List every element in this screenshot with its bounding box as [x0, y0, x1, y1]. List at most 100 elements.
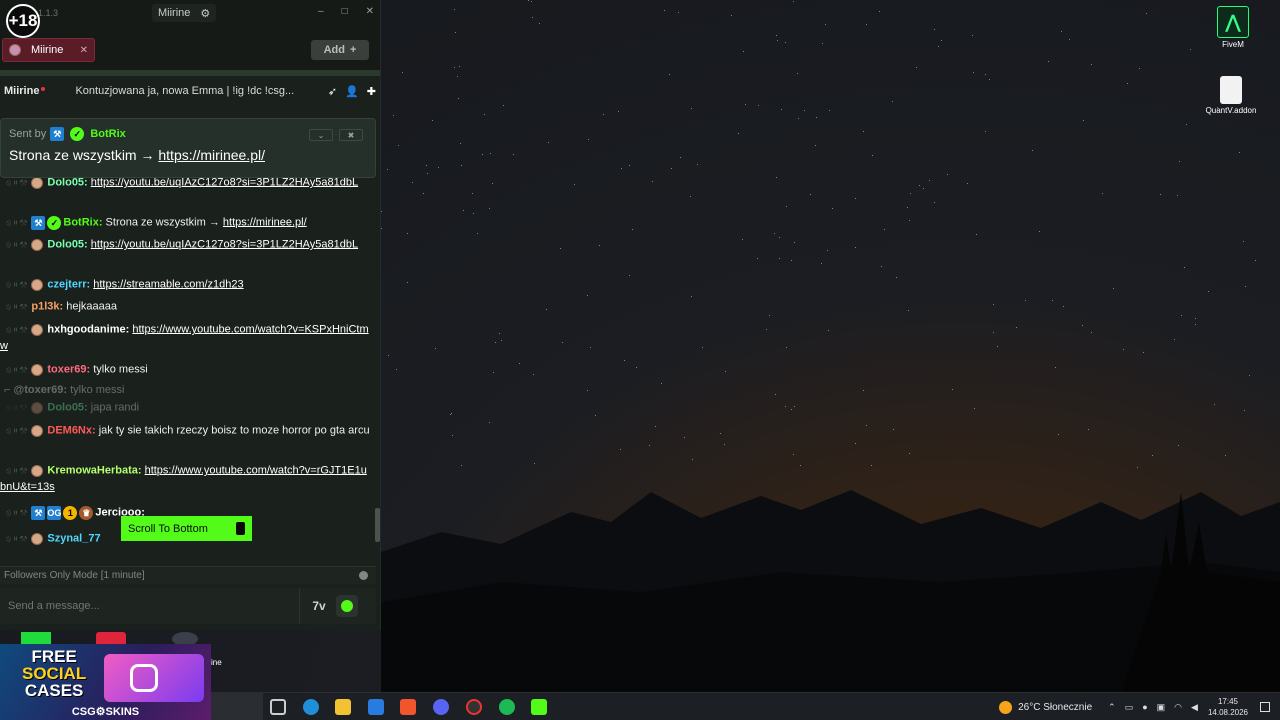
pinned-link[interactable]: https://mirinee.pl/	[158, 147, 265, 163]
weather-widget[interactable]: 26°C Słonecznie	[999, 700, 1092, 714]
message-link[interactable]: https://youtu.be/uqIAzC127o8?si=3P1LZ2HA…	[91, 238, 358, 250]
star	[1063, 306, 1064, 307]
star	[893, 429, 894, 430]
username[interactable]: Szynal_77	[47, 532, 100, 544]
message-text: Strona ze wszystkim →	[105, 216, 223, 229]
message-text: hejkaaaaa	[66, 300, 118, 313]
tab-miirine[interactable]: Miirine ✕	[2, 38, 95, 62]
mod-actions[interactable]: ⦸ ⏸ ⚒	[6, 321, 27, 338]
star	[793, 1, 794, 2]
star	[879, 11, 880, 12]
star	[621, 168, 622, 169]
taskbar-search[interactable]	[211, 693, 263, 720]
chat-message: ⦸ ⏸ ⚒ KremowaHerbata: https://www.youtube…	[0, 462, 370, 496]
kick-icon[interactable]	[531, 699, 547, 715]
star	[396, 369, 397, 370]
mod-actions[interactable]: ⦸ ⏸ ⚒	[6, 422, 27, 439]
mod-actions[interactable]: ⦸ ⏸ ⚒	[6, 236, 27, 253]
mod-actions[interactable]: ⦸ ⏸ ⚒	[6, 178, 27, 191]
mod-actions[interactable]: ⦸ ⏸ ⚒	[6, 298, 27, 315]
username[interactable]: Dolo05:	[47, 238, 87, 250]
username[interactable]: toxer69:	[47, 363, 90, 375]
file-explorer-icon[interactable]	[335, 699, 351, 715]
scroll-to-bottom-button[interactable]: Scroll To Bottom	[121, 516, 252, 541]
fivem-desktop-icon[interactable]: ⋀ FiveM	[1203, 6, 1263, 49]
spotify-icon[interactable]	[499, 699, 515, 715]
mod-actions[interactable]: ⦸ ⏸ ⚒	[6, 530, 27, 547]
edge-icon[interactable]	[303, 699, 319, 715]
username[interactable]: DEM6Nx:	[47, 424, 95, 436]
star	[810, 194, 811, 195]
username[interactable]: czejterr:	[47, 278, 90, 290]
star	[910, 193, 911, 194]
star	[779, 237, 780, 238]
obs-icon[interactable]	[466, 699, 482, 715]
verified-badge-icon: ✓	[47, 215, 62, 230]
user-icon[interactable]: 👤	[345, 85, 359, 98]
pinned-sender[interactable]: BotRix	[90, 128, 125, 140]
reply-reference[interactable]: ⌐ @toxer69: tylko messi	[4, 382, 374, 399]
network-icon[interactable]: ▭	[1125, 702, 1134, 713]
channel-name[interactable]: Miirine	[4, 85, 39, 97]
tab-close-icon[interactable]: ✕	[80, 45, 88, 56]
mod-actions[interactable]: ⦸ ⏸ ⚒	[6, 504, 27, 521]
gear-icon[interactable]: ⚙	[200, 7, 210, 20]
maximize-icon[interactable]: □	[342, 6, 348, 17]
username[interactable]: Dolo05:	[47, 178, 87, 188]
discord-icon[interactable]	[433, 699, 449, 715]
minimize-icon[interactable]: –	[318, 6, 324, 17]
pin-icon[interactable]: ✚	[367, 85, 376, 98]
message-link[interactable]: https://streamable.com/z1dh23	[93, 278, 243, 290]
chevron-up-icon[interactable]: ⌃	[1108, 702, 1116, 713]
star	[423, 193, 424, 194]
message-input[interactable]	[0, 588, 300, 624]
star	[1179, 161, 1180, 162]
avatar	[31, 532, 44, 545]
display-icon[interactable]: ▣	[1157, 702, 1166, 713]
7tv-emote-icon[interactable]: 7v	[308, 595, 330, 617]
chevron-down-icon[interactable]: ⌄	[309, 129, 333, 141]
star	[1243, 241, 1244, 242]
star	[1249, 375, 1250, 376]
desktop-icon-label: ine	[211, 658, 222, 667]
window-title-pill[interactable]: Miirine ⚙	[152, 4, 217, 22]
username[interactable]: hxhgoodanime:	[47, 323, 129, 335]
quantv-desktop-icon[interactable]: QuantV.addon	[1201, 76, 1261, 115]
brave-icon[interactable]	[400, 699, 416, 715]
star	[934, 202, 935, 203]
add-channel-button[interactable]: Add +	[311, 40, 369, 60]
microphone-icon[interactable]: ●	[1142, 702, 1147, 713]
rocket-icon[interactable]: ➶	[328, 85, 337, 98]
star	[934, 29, 935, 30]
star	[402, 72, 403, 73]
csgoskins-ad-banner[interactable]: FREE SOCIAL CASES CSG⚙SKINS	[0, 644, 211, 720]
clock[interactable]: 17:45 14.08.2026	[1208, 696, 1248, 718]
message-link[interactable]: https://mirinee.pl/	[223, 216, 307, 228]
chat-message: ⦸ ⏸ ⚒ ⚒ ✓ BotRix: Strona ze wszystkim → htt…	[0, 214, 370, 231]
chat-scrollbar[interactable]	[375, 508, 380, 542]
info-icon[interactable]	[359, 571, 368, 580]
message-link[interactable]: https://youtu.be/uqIAzC127o8?si=3P1LZ2HA…	[91, 178, 358, 188]
avatar	[31, 424, 44, 437]
task-view-icon[interactable]	[270, 699, 286, 715]
username[interactable]: BotRix:	[63, 216, 102, 228]
mod-actions[interactable]: ⦸ ⏸ ⚒	[6, 361, 27, 378]
system-tray: 26°C Słonecznie ⌃ ▭ ● ▣ ◠ ◀ 17:45 14.08.…	[999, 693, 1280, 720]
close-icon[interactable]: ✕	[366, 6, 374, 17]
unpin-icon[interactable]: ✖	[339, 129, 363, 141]
username[interactable]: p1l3k:	[31, 300, 63, 312]
mod-actions[interactable]: ⦸ ⏸ ⚒	[6, 276, 27, 293]
reply-line-icon: ⌐	[4, 384, 11, 396]
wifi-icon[interactable]: ◠	[1174, 702, 1182, 713]
mod-actions[interactable]: ⦸ ⏸ ⚒	[6, 462, 27, 479]
mail-icon[interactable]	[368, 699, 384, 715]
avatar	[31, 401, 44, 414]
mod-actions[interactable]: ⦸ ⏸ ⚒	[6, 399, 27, 416]
notification-icon[interactable]	[1260, 702, 1270, 712]
star	[781, 109, 782, 110]
volume-icon[interactable]: ◀	[1191, 702, 1198, 713]
kick-emote-button[interactable]	[336, 595, 358, 617]
username[interactable]: Dolo05:	[47, 401, 87, 413]
mod-actions[interactable]: ⦸ ⏸ ⚒	[6, 214, 27, 231]
username[interactable]: KremowaHerbata:	[47, 464, 141, 476]
